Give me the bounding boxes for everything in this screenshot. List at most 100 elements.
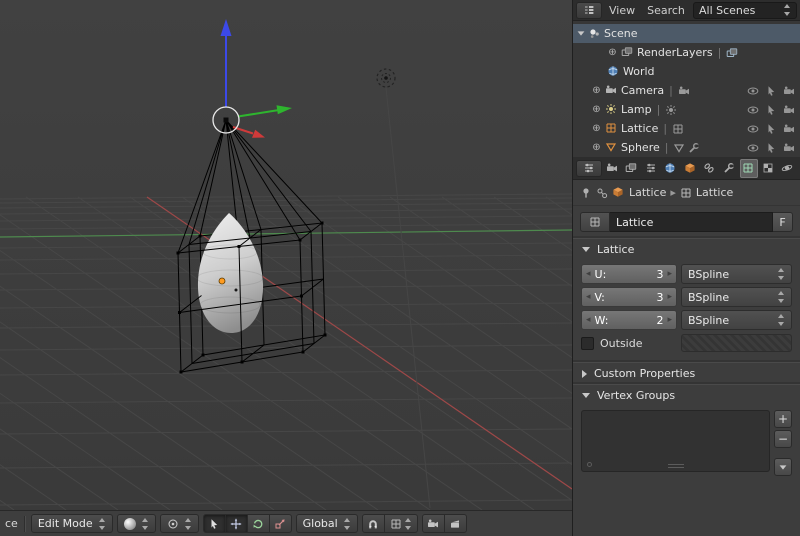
vertex-groups-list[interactable]: [581, 410, 770, 472]
tab-modifiers[interactable]: [720, 159, 739, 178]
w-interpolation-dropdown[interactable]: BSpline: [681, 310, 792, 330]
visibility-eye-icon[interactable]: [747, 104, 759, 116]
outside-checkbox[interactable]: [581, 336, 594, 350]
tab-constraints[interactable]: [701, 159, 720, 178]
renderlayer-slot-icon[interactable]: [726, 47, 738, 59]
pin-icon[interactable]: [580, 187, 592, 199]
rotate-icon: [253, 519, 263, 528]
mode-dropdown[interactable]: Edit Mode: [30, 514, 113, 533]
camera-data-icon[interactable]: [678, 85, 690, 97]
scale-button[interactable]: [268, 514, 292, 533]
lattice-data-icon[interactable]: [672, 123, 684, 135]
rotate-button[interactable]: [246, 514, 270, 533]
selectability-cursor-icon[interactable]: [765, 142, 777, 154]
renderability-camera-icon[interactable]: [783, 85, 795, 97]
lattice-data-icon: [681, 188, 691, 197]
pivot-point-dropdown[interactable]: [159, 514, 199, 533]
u-interpolation-dropdown[interactable]: BSpline: [681, 264, 792, 284]
expand-icon[interactable]: ⊕: [591, 104, 602, 115]
outliner-label: Scene: [604, 27, 638, 40]
editor-type-button[interactable]: [576, 159, 602, 177]
opengl-render-button[interactable]: [421, 514, 445, 533]
renderability-camera-icon[interactable]: [783, 142, 795, 154]
breadcrumb-object-name[interactable]: Lattice: [629, 186, 666, 199]
viewport-scene[interactable]: [0, 0, 572, 510]
cropped-menu-text[interactable]: ce: [4, 517, 18, 530]
right-panel: View Search All Scenes Scene ⊕ RenderLay…: [572, 0, 800, 536]
orientation-dropdown[interactable]: Global: [295, 514, 358, 533]
outliner-row-renderlayers[interactable]: ⊕ RenderLayers |: [573, 43, 800, 62]
display-mode-dropdown[interactable]: All Scenes: [693, 1, 797, 19]
visibility-eye-icon[interactable]: [747, 142, 759, 154]
tab-texture[interactable]: [759, 159, 778, 178]
search-menu[interactable]: Search: [642, 4, 690, 17]
decrement-icon[interactable]: ◂: [586, 292, 591, 302]
visibility-eye-icon[interactable]: [747, 85, 759, 97]
increment-icon[interactable]: ▸: [667, 292, 672, 302]
w-stepper[interactable]: ◂ W: 2 ▸: [581, 310, 677, 330]
lattice-panel-header[interactable]: Lattice: [573, 238, 800, 260]
viewport-shading-dropdown[interactable]: [116, 514, 156, 533]
outliner-row-world[interactable]: World: [573, 62, 800, 81]
tab-scene[interactable]: [642, 159, 661, 178]
list-resize-grip[interactable]: [667, 462, 684, 468]
fake-user-button[interactable]: F: [773, 212, 793, 232]
blender-window: ce Edit Mode Global View Search All Scen…: [0, 0, 800, 536]
v-interpolation-value: BSpline: [688, 290, 730, 304]
camera-icon: [428, 519, 439, 527]
v-interpolation-dropdown[interactable]: BSpline: [681, 287, 792, 307]
tab-render-layers[interactable]: [623, 159, 642, 178]
outliner-row-sphere[interactable]: ⊕ Sphere |: [573, 138, 800, 157]
outside-option[interactable]: Outside: [581, 336, 677, 350]
sphere-data-icon[interactable]: [673, 142, 685, 154]
selectability-cursor-icon[interactable]: [765, 123, 777, 135]
outliner-row-camera[interactable]: ⊕ Camera |: [573, 81, 800, 100]
vertex-groups-panel-body: + −: [573, 406, 800, 484]
renderability-camera-icon[interactable]: [783, 104, 795, 116]
expand-icon[interactable]: ⊕: [607, 47, 618, 58]
breadcrumb-data-name[interactable]: Lattice: [696, 186, 733, 199]
outliner-row-lattice[interactable]: ⊕ Lattice |: [573, 119, 800, 138]
add-vertex-group-button[interactable]: +: [774, 410, 792, 428]
tab-world[interactable]: [662, 159, 681, 178]
vertex-group-specials-button[interactable]: [774, 458, 792, 476]
view-menu[interactable]: View: [604, 4, 640, 17]
expand-icon[interactable]: ⊕: [591, 123, 602, 134]
translate-button[interactable]: [224, 514, 248, 533]
v-stepper[interactable]: ◂ V: 3 ▸: [581, 287, 677, 307]
pipe-separator: |: [669, 84, 673, 97]
3d-viewport[interactable]: ce Edit Mode Global: [0, 0, 572, 536]
tab-physics[interactable]: [779, 159, 798, 178]
u-stepper[interactable]: ◂ U: 3 ▸: [581, 264, 677, 284]
browse-id-button[interactable]: [580, 212, 610, 232]
editor-type-button[interactable]: [576, 1, 602, 19]
vertex-groups-panel-header[interactable]: Vertex Groups: [573, 384, 800, 406]
decrement-icon[interactable]: ◂: [586, 269, 591, 279]
decrement-icon[interactable]: ◂: [586, 315, 591, 325]
modifier-wrench-icon[interactable]: [688, 142, 701, 154]
manipulator-toggle-button[interactable]: [202, 514, 226, 533]
datablock-name-input[interactable]: [610, 212, 773, 232]
selectability-cursor-icon[interactable]: [765, 85, 777, 97]
outliner-label: Lattice: [621, 122, 659, 135]
remove-vertex-group-button[interactable]: −: [774, 430, 792, 448]
expand-icon[interactable]: ⊕: [591, 85, 602, 96]
object-cube-icon: [685, 162, 695, 173]
selectability-cursor-icon[interactable]: [765, 104, 777, 116]
visibility-eye-icon[interactable]: [747, 123, 759, 135]
snap-toggle-button[interactable]: [361, 514, 385, 533]
tab-object-data[interactable]: [739, 158, 758, 178]
increment-icon[interactable]: ▸: [667, 269, 672, 279]
increment-icon[interactable]: ▸: [667, 315, 672, 325]
tab-render[interactable]: [603, 159, 622, 178]
outliner-row-scene[interactable]: Scene: [573, 24, 800, 43]
custom-properties-panel-header[interactable]: Custom Properties: [573, 362, 800, 384]
renderability-camera-icon[interactable]: [783, 123, 795, 135]
collapse-icon[interactable]: [577, 31, 585, 36]
tab-object[interactable]: [681, 159, 700, 178]
opengl-render-anim-button[interactable]: [443, 514, 467, 533]
outliner-row-lamp[interactable]: ⊕ Lamp |: [573, 100, 800, 119]
expand-icon[interactable]: ⊕: [591, 142, 602, 153]
snap-element-dropdown[interactable]: [383, 514, 418, 533]
lamp-data-icon[interactable]: [665, 104, 677, 116]
